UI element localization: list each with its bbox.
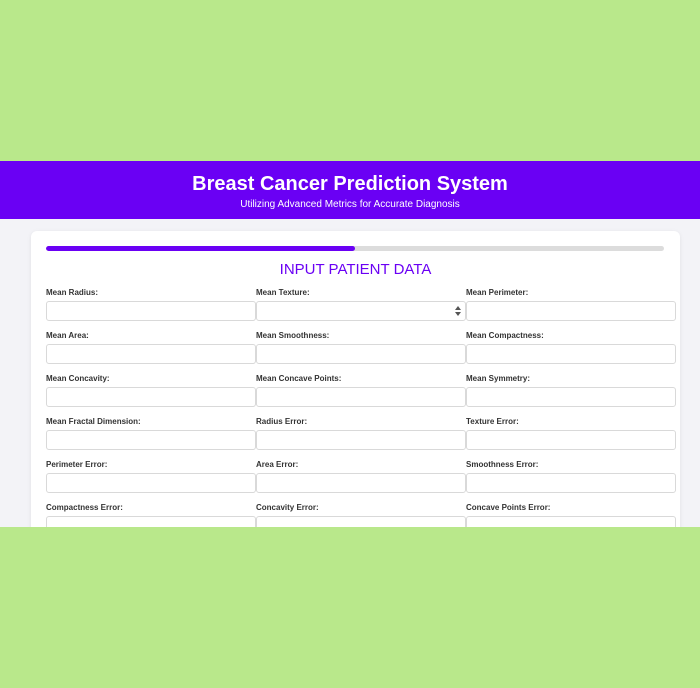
field-label: Mean Perimeter: — [466, 288, 529, 297]
field-label: Mean Fractal Dimension: — [46, 417, 141, 426]
field-concave-points-error: Concave Points Error: — [466, 503, 676, 527]
field-radius-error: Radius Error: — [256, 417, 466, 450]
field-label: Area Error: — [256, 460, 299, 469]
section-title: INPUT PATIENT DATA — [279, 261, 432, 278]
app-subtitle: Utilizing Advanced Metrics for Accurate … — [240, 199, 460, 210]
compactness-error-input[interactable] — [46, 516, 256, 527]
concave-points-error-input[interactable] — [466, 516, 676, 527]
field-area-error: Area Error: — [256, 460, 466, 493]
field-label: Mean Compactness: — [466, 331, 544, 340]
field-label: Mean Texture: — [256, 288, 310, 297]
field-mean-radius: Mean Radius: — [46, 288, 256, 321]
app-title: Breast Cancer Prediction System — [192, 173, 508, 195]
field-mean-perimeter: Mean Perimeter: — [466, 288, 676, 321]
field-label: Compactness Error: — [46, 503, 123, 512]
field-label: Texture Error: — [466, 417, 519, 426]
field-label: Mean Radius: — [46, 288, 99, 297]
mean-area-input[interactable] — [46, 344, 256, 364]
mean-compactness-input[interactable] — [466, 344, 676, 364]
mean-radius-input[interactable] — [46, 301, 256, 321]
perimeter-error-input[interactable] — [46, 473, 256, 493]
field-label: Mean Smoothness: — [256, 331, 330, 340]
mean-concavity-input[interactable] — [46, 387, 256, 407]
radius-error-input[interactable] — [256, 430, 466, 450]
field-label: Mean Concavity: — [46, 374, 110, 383]
mean-smoothness-input[interactable] — [256, 344, 466, 364]
app-screen: Breast Cancer Prediction System Utilizin… — [0, 161, 700, 527]
field-mean-area: Mean Area: — [46, 331, 256, 364]
field-label: Mean Concave Points: — [256, 374, 342, 383]
field-mean-concave-points: Mean Concave Points: — [256, 374, 466, 407]
field-compactness-error: Compactness Error: — [46, 503, 256, 527]
field-label: Radius Error: — [256, 417, 308, 426]
field-mean-smoothness: Mean Smoothness: — [256, 331, 466, 364]
field-label: Mean Area: — [46, 331, 89, 340]
mean-symmetry-input[interactable] — [466, 387, 676, 407]
field-mean-symmetry: Mean Symmetry: — [466, 374, 676, 407]
field-label: Mean Symmetry: — [466, 374, 531, 383]
area-error-input[interactable] — [256, 473, 466, 493]
texture-error-input[interactable] — [466, 430, 676, 450]
field-mean-fractal-dimension: Mean Fractal Dimension: — [46, 417, 256, 450]
field-mean-concavity: Mean Concavity: — [46, 374, 256, 407]
patient-data-form: Mean Radius: Mean Texture: Mean Perimete… — [46, 288, 676, 527]
progress-bar — [46, 246, 664, 251]
field-label: Concave Points Error: — [466, 503, 551, 512]
number-spinner-icon[interactable] — [455, 306, 461, 316]
mean-texture-input[interactable] — [256, 301, 466, 321]
mean-fractal-dimension-input[interactable] — [46, 430, 256, 450]
field-smoothness-error: Smoothness Error: — [466, 460, 676, 493]
mean-perimeter-input[interactable] — [466, 301, 676, 321]
field-texture-error: Texture Error: — [466, 417, 676, 450]
field-mean-texture: Mean Texture: — [256, 288, 466, 321]
mean-concave-points-input[interactable] — [256, 387, 466, 407]
field-label: Smoothness Error: — [466, 460, 539, 469]
field-mean-compactness: Mean Compactness: — [466, 331, 676, 364]
progress-bar-fill — [46, 246, 355, 251]
concavity-error-input[interactable] — [256, 516, 466, 527]
field-label: Perimeter Error: — [46, 460, 108, 469]
field-concavity-error: Concavity Error: — [256, 503, 466, 527]
field-label: Concavity Error: — [256, 503, 319, 512]
app-header: Breast Cancer Prediction System Utilizin… — [0, 161, 700, 219]
field-perimeter-error: Perimeter Error: — [46, 460, 256, 493]
smoothness-error-input[interactable] — [466, 473, 676, 493]
patient-data-card: INPUT PATIENT DATA Mean Radius: Mean Tex… — [31, 231, 680, 527]
